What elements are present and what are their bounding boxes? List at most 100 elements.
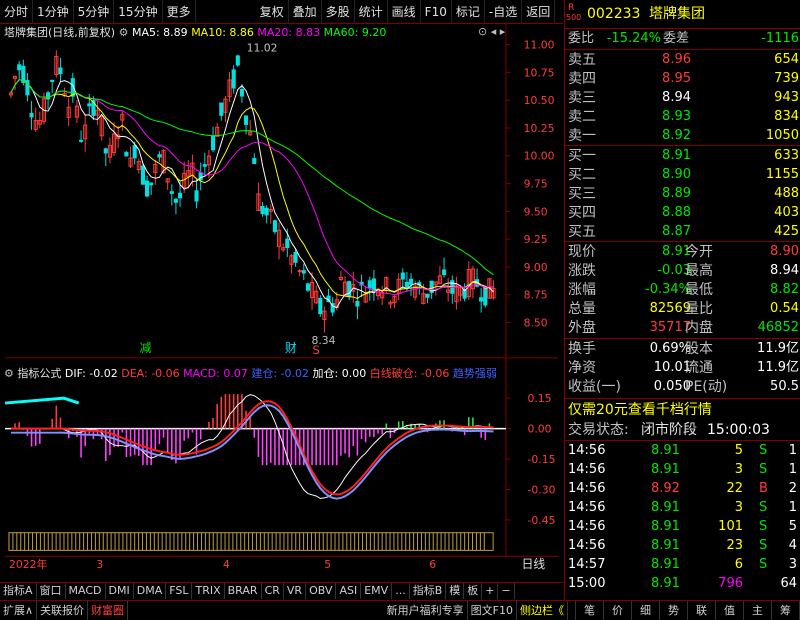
sell-price: 8.95: [662, 71, 691, 86]
macd-label: MACD: 0.07: [183, 367, 248, 380]
trend-line: [10, 404, 494, 500]
sell-row[interactable]: 卖三 8.94 943: [565, 89, 800, 108]
buy-row[interactable]: 买一 8.91 633: [565, 147, 800, 166]
candle-body: [177, 192, 183, 199]
mark-button[interactable]: 标记: [452, 0, 485, 24]
jiancang-line: [4, 396, 80, 405]
buy-row[interactable]: 买三 8.89 488: [565, 185, 800, 204]
sell-row[interactable]: 卖二 8.93 834: [565, 108, 800, 127]
expand-button[interactable]: 扩展∧: [0, 601, 38, 620]
buy-row[interactable]: 买五 8.87 425: [565, 223, 800, 242]
x-axis-label: 6: [429, 558, 436, 571]
candle-body: [132, 145, 137, 159]
stats-button[interactable]: 统计: [355, 0, 388, 24]
tab-1min[interactable]: 1分钟: [33, 0, 74, 24]
sell-row[interactable]: 卖五 8.96 654: [565, 51, 800, 70]
tab-dma[interactable]: DMA: [134, 583, 167, 599]
candle-body: [103, 148, 108, 154]
draw-line-button[interactable]: 画线: [388, 0, 421, 24]
left-arrow-icon[interactable]: ◂: [491, 25, 497, 38]
candle-body: [140, 165, 145, 185]
tab-5min[interactable]: 5分钟: [74, 0, 115, 24]
right-arrow-icon[interactable]: ▸: [500, 25, 506, 38]
side-tab-zhi[interactable]: 值: [716, 601, 744, 620]
remove-watchlist-button[interactable]: -自选: [485, 0, 523, 24]
tab-15min[interactable]: 15分钟: [114, 0, 163, 24]
side-tab-jia[interactable]: 价: [604, 601, 632, 620]
candle-body: [441, 269, 447, 276]
stock-code: 002233: [587, 6, 641, 22]
kline-chart[interactable]: 11.00 10.75 10.50 10.25 10.00 9.75 9.50 9.25 9.0…: [0, 24, 563, 572]
buy-row[interactable]: 买四 8.88 403: [565, 204, 800, 223]
sell-row[interactable]: 卖四 8.95 739: [565, 70, 800, 89]
buy-label: 买四: [568, 205, 596, 221]
status-value: 闭市阶段: [641, 422, 697, 438]
side-tab-zhu[interactable]: 主: [744, 601, 772, 620]
overlay-button[interactable]: 叠加: [289, 0, 322, 24]
back-button[interactable]: 返回: [522, 0, 556, 24]
settings-icon[interactable]: ⚙: [119, 26, 129, 39]
sell-row[interactable]: 卖一 8.92 1050: [565, 127, 800, 146]
promo-row[interactable]: 仅需20元查看千档行情: [565, 401, 800, 420]
side-tab-chou[interactable]: 筹: [772, 601, 800, 620]
sell-label: 卖五: [568, 52, 596, 68]
tab-macd[interactable]: MACD: [66, 583, 106, 599]
candle-body: [124, 151, 129, 157]
buy-price: 8.90: [662, 167, 691, 182]
remove-window-button[interactable]: −: [498, 583, 515, 599]
x-axis-label: 4: [223, 558, 230, 571]
indicator-name[interactable]: 指标公式: [17, 367, 61, 380]
side-tab-lian[interactable]: 联: [688, 601, 716, 620]
tab-more[interactable]: ...: [392, 583, 410, 599]
tab-trix[interactable]: TRIX: [192, 583, 225, 599]
tick-direction: S: [759, 462, 768, 477]
sell-volume: 834: [774, 109, 799, 124]
related-quote-tab[interactable]: 关联报价: [37, 601, 89, 620]
tab-cr[interactable]: CR: [262, 583, 284, 599]
tab-dmi[interactable]: DMI: [106, 583, 134, 599]
multi-stock-button[interactable]: 多股: [322, 0, 355, 24]
tab-obv[interactable]: OBV: [306, 583, 337, 599]
zoom-icon[interactable]: ⊙: [478, 25, 487, 38]
tab-indicator-a[interactable]: 指标A: [0, 583, 37, 599]
tick-price: 8.91: [651, 538, 680, 553]
add-window-button[interactable]: +: [482, 583, 499, 599]
stock-name: 塔牌集团: [649, 6, 705, 22]
buy-row[interactable]: 买二 8.90 1155: [565, 166, 800, 185]
settings-icon[interactable]: ⚙: [4, 367, 14, 380]
tab-fenshi[interactable]: 分时: [0, 0, 34, 24]
tab-asi[interactable]: ASI: [336, 583, 362, 599]
tick-row: 14:56 8.91 3 S 1: [565, 499, 800, 518]
side-tab-bi[interactable]: 笔: [576, 601, 604, 620]
fuquan-button[interactable]: 复权: [256, 0, 289, 24]
tab-vr[interactable]: VR: [284, 583, 307, 599]
tab-fsl[interactable]: FSL: [166, 583, 193, 599]
tab-mo[interactable]: 模: [446, 583, 465, 599]
price-tick-label: 8.50: [524, 316, 548, 329]
sidebar-toggle[interactable]: 侧边栏《: [517, 601, 568, 620]
quote-label-2: 今开: [685, 244, 713, 260]
wealth-circle-tab[interactable]: 财富圈: [88, 601, 129, 620]
quote-label-1: 总量: [568, 301, 596, 317]
new-user-promo-link[interactable]: 新用户福利专享: [384, 601, 468, 620]
indicator-header: ⚙ 指标公式 DIF: -0.02 DEA: -0.06 MACD: 0.07 …: [4, 365, 497, 381]
ind-tick-label: 0.15: [528, 392, 552, 405]
candle-body: [202, 164, 207, 167]
tick-price: 8.91: [651, 576, 680, 591]
tab-emv[interactable]: EMV: [361, 583, 393, 599]
quote-label-1: 现价: [568, 244, 596, 260]
candle-body: [78, 139, 84, 142]
f10-button[interactable]: F10: [421, 0, 452, 24]
promo-text[interactable]: 仅需20元查看千档行情: [568, 401, 712, 419]
tab-ban[interactable]: 板: [464, 583, 483, 599]
side-tab-shi[interactable]: 势: [660, 601, 688, 620]
weibi-value: -15.24%: [606, 31, 661, 46]
bottom-spacer: [128, 601, 384, 620]
tab-indicator-b[interactable]: 指标B: [410, 583, 447, 599]
f10-graphic-link[interactable]: 图文F10: [468, 601, 517, 620]
zoom-controls[interactable]: ⊙ ◂ ▸: [478, 25, 505, 38]
side-tab-xi[interactable]: 细: [632, 601, 660, 620]
tab-brar[interactable]: BRAR: [225, 583, 262, 599]
tab-more[interactable]: 更多: [163, 0, 196, 24]
tab-window[interactable]: 窗口: [37, 583, 66, 599]
